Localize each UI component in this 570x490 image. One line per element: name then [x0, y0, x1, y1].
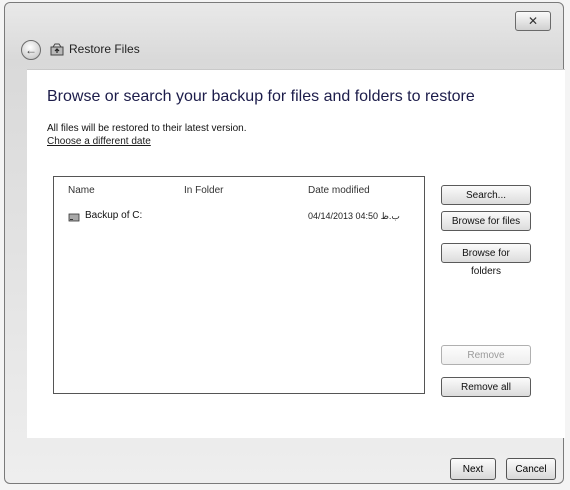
restore-files-window: ← Restore Files ✕ Browse or search your … — [4, 2, 565, 484]
close-button[interactable]: ✕ — [515, 11, 551, 31]
file-list[interactable]: Name In Folder Date modified Backup of C… — [53, 176, 425, 394]
item-date-modified: 04/14/2013 04:50 ب.ظ — [308, 211, 400, 221]
browse-files-button[interactable]: Browse for files — [441, 211, 531, 231]
item-name: Backup of C: — [85, 210, 143, 221]
cancel-button[interactable]: Cancel — [506, 458, 556, 480]
window-title: Restore Files — [69, 42, 140, 56]
page-heading: Browse or search your backup for files a… — [47, 88, 475, 105]
remove-all-button[interactable]: Remove all — [441, 377, 531, 397]
back-arrow-icon: ← — [25, 43, 37, 57]
search-button[interactable]: Search... — [441, 185, 531, 205]
back-button[interactable]: ← — [21, 40, 41, 60]
list-item[interactable]: Backup of C: 04/14/2013 04:50 ب.ظ — [68, 209, 413, 227]
browse-folders-button[interactable]: Browse for folders — [441, 243, 531, 277]
choose-different-date-link[interactable]: Choose a different date — [47, 136, 151, 147]
restore-files-icon — [50, 43, 64, 56]
title-bar: ← Restore Files ✕ — [5, 3, 563, 69]
main-content: Browse or search your backup for files a… — [27, 69, 565, 438]
close-icon: ✕ — [527, 14, 539, 28]
restore-info-text: All files will be restored to their late… — [47, 123, 247, 134]
drive-icon — [68, 213, 80, 222]
column-header-date-modified[interactable]: Date modified — [308, 185, 370, 196]
column-header-in-folder[interactable]: In Folder — [184, 185, 223, 196]
remove-button[interactable]: Remove — [441, 345, 531, 365]
column-header-name[interactable]: Name — [68, 185, 95, 196]
next-button[interactable]: Next — [450, 458, 496, 480]
